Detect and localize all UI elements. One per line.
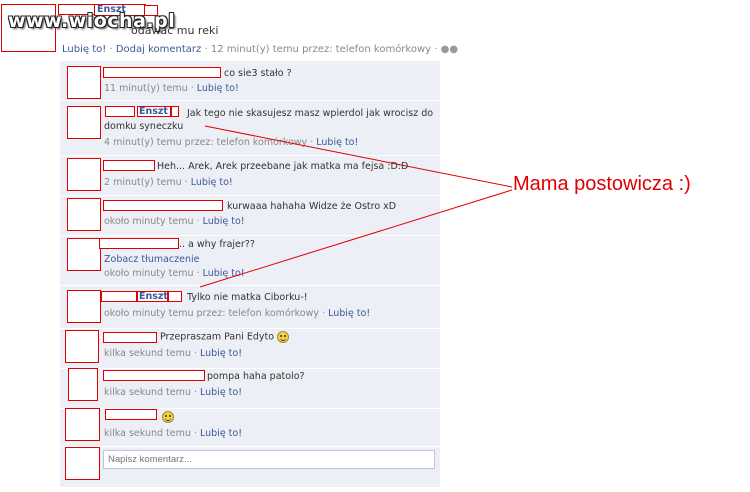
comment-time: około minuty temu przez: telefon komórko… — [104, 308, 320, 319]
comment-like-link[interactable]: Lubię to! — [328, 308, 370, 319]
comment-time: kilka sekund temu — [104, 387, 191, 398]
current-user-avatar[interactable] — [65, 447, 100, 480]
separator: · — [109, 44, 113, 55]
comment-meta: kilka sekund temu · Lubię to! — [104, 348, 242, 359]
separator: · — [310, 137, 314, 148]
separator: · — [193, 428, 197, 439]
comment-text-continued: domku syneczku — [104, 121, 184, 132]
separator: · — [322, 308, 326, 319]
commenter-name-redacted[interactable] — [103, 200, 223, 211]
separator: · — [193, 387, 197, 398]
commenter-name[interactable]: Enszt — [139, 291, 168, 302]
comment-text: co sie3 stało ? — [224, 68, 292, 79]
comment-meta: 4 minut(y) temu przez: telefon komórkowy… — [104, 137, 358, 148]
comment-time: około minuty temu — [104, 268, 194, 279]
commenter-name-redacted[interactable] — [103, 160, 155, 171]
commenter-avatar[interactable] — [67, 106, 101, 139]
comment-like-link[interactable]: Lubię to! — [200, 428, 242, 439]
comment-meta: kilka sekund temu · Lubię to! — [104, 387, 242, 398]
annotation-label: Mama postowicza :) — [513, 173, 691, 195]
comment-input[interactable] — [103, 450, 435, 469]
comment-like-link[interactable]: Lubię to! — [203, 216, 245, 227]
commenter-avatar[interactable] — [67, 158, 101, 191]
commenter-avatar[interactable] — [67, 198, 101, 231]
comment-meta: 11 minut(y) temu · Lubię to! — [104, 83, 239, 94]
commenter-name-visible[interactable]: Enszt — [137, 106, 171, 117]
see-translation-link[interactable]: Zobacz tłumaczenie — [104, 254, 199, 265]
people-icon: ●● — [440, 44, 459, 55]
commenter-name-redacted[interactable] — [103, 332, 157, 343]
comment-time: 11 minut(y) temu — [104, 83, 188, 94]
comment-text: kurwaaa hahaha Widze że Ostro xD — [227, 201, 397, 212]
commenter-avatar[interactable] — [65, 408, 100, 441]
commenter-name-visible[interactable]: Enszt — [137, 291, 168, 302]
commenter-avatar[interactable] — [67, 238, 101, 271]
comment-text: Tylko nie matka Ciborku-! — [187, 292, 308, 303]
comment-item: kilka sekund temu · Lubię to! — [60, 408, 440, 447]
comment-like-link[interactable]: Lubię to! — [200, 348, 242, 359]
comment-like-link[interactable]: Lubię to! — [316, 137, 358, 148]
commenter-avatar[interactable] — [65, 330, 99, 363]
separator: · — [196, 216, 200, 227]
comment-item: pompa haha patolo? kilka sekund temu · L… — [60, 368, 440, 409]
post-meta: Lubię to! · Dodaj komentarz · 12 minut(y… — [62, 44, 458, 55]
comment-text: Jak tego nie skasujesz masz wpierdol jak… — [187, 108, 434, 119]
comment-time: 4 minut(y) temu przez: telefon komórkowy — [104, 137, 308, 148]
comment-meta: około minuty temu · Lubię to! — [104, 216, 245, 227]
separator: · — [193, 348, 197, 359]
post-like-link[interactable]: Lubię to! — [62, 44, 106, 55]
commenter-avatar[interactable] — [68, 368, 98, 401]
comment-time: około minuty temu — [104, 216, 194, 227]
comment-list: co sie3 stało ? 11 minut(y) temu · Lubię… — [60, 61, 440, 487]
comment-like-link[interactable]: Lubię to! — [203, 268, 245, 279]
comment-item: Heh... Arek, Arek przeebane jak matka ma… — [60, 156, 440, 196]
comment-meta: 2 minut(y) temu · Lubię to! — [104, 177, 233, 188]
comment-item: Enszt Jak tego nie skasujesz masz wpierd… — [60, 101, 440, 156]
comment-like-link[interactable]: Lubię to! — [200, 387, 242, 398]
commenter-name-redacted[interactable] — [103, 370, 205, 381]
commenter-avatar[interactable] — [67, 66, 101, 99]
comment-text-body: Przepraszam Pani Edyto — [160, 331, 275, 343]
comment-text: Heh... Arek, Arek przeebane jak matka ma… — [157, 161, 409, 172]
post-time-via: 12 minut(y) temu przez: telefon komórkow… — [210, 44, 432, 55]
comment-like-link[interactable]: Lubię to! — [197, 83, 239, 94]
commenter-name-redacted-2 — [168, 291, 182, 302]
separator: · — [196, 268, 200, 279]
comment-text: Przepraszam Pani Edyto — [160, 331, 290, 343]
comment-item: co sie3 stało ? 11 minut(y) temu · Lubię… — [60, 61, 440, 101]
comment-time: 2 minut(y) temu — [104, 177, 182, 188]
comment-text: .. a why frajer?? — [179, 239, 255, 250]
post-add-comment-link[interactable]: Dodaj komentarz — [116, 44, 201, 55]
comment-meta: około minuty temu · Lubię to! — [104, 268, 245, 279]
comment-item: Przepraszam Pani Edyto kilka sekund temu… — [60, 329, 440, 369]
commenter-name[interactable]: Enszt — [139, 106, 168, 117]
commenter-name-redacted-2 — [171, 106, 179, 117]
commenter-name-redacted[interactable] — [103, 67, 221, 78]
commenter-name-redacted — [101, 291, 137, 302]
smiley-icon — [277, 331, 290, 343]
post-text: odawac mu reki — [131, 24, 219, 37]
comment-like-link[interactable]: Lubię to! — [191, 177, 233, 188]
separator: · — [190, 83, 194, 94]
comment-time: kilka sekund temu — [104, 428, 191, 439]
comment-item: kurwaaa hahaha Widze że Ostro xD około m… — [60, 196, 440, 236]
comment-item: Enszt Tylko nie matka Ciborku-! około mi… — [60, 286, 440, 329]
smiley-icon — [162, 411, 174, 423]
comment-meta: około minuty temu przez: telefon komórko… — [104, 308, 370, 319]
comment-time: kilka sekund temu — [104, 348, 191, 359]
commenter-name-redacted — [105, 106, 135, 117]
separator: · — [184, 177, 188, 188]
separator: · — [434, 44, 438, 55]
commenter-name-redacted[interactable] — [105, 409, 157, 420]
comment-meta: kilka sekund temu · Lubię to! — [104, 428, 242, 439]
commenter-name-redacted[interactable] — [99, 238, 179, 249]
separator: · — [204, 44, 208, 55]
comment-item: .. a why frajer?? Zobacz tłumaczenie oko… — [60, 236, 440, 286]
comment-text: pompa haha patolo? — [207, 371, 305, 382]
commenter-avatar[interactable] — [67, 290, 101, 323]
